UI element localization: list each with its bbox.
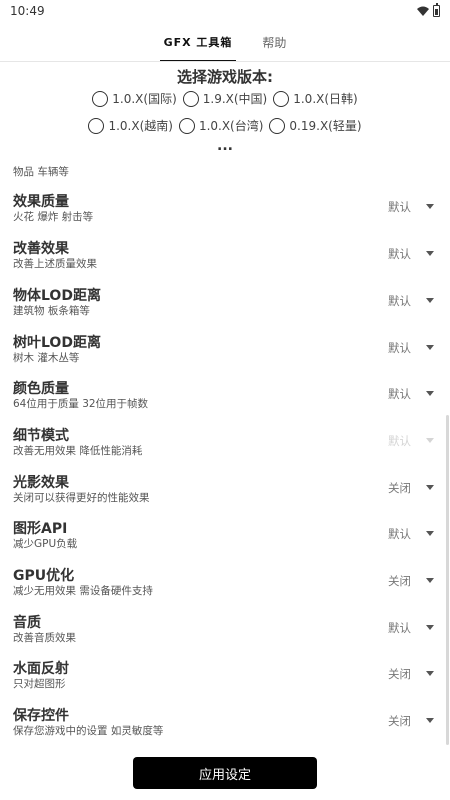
settings-item-desc: 火花 爆炸 射击等 <box>13 211 94 223</box>
radio-button-icon[interactable] <box>269 117 286 134</box>
settings-item-dropdown-value[interactable]: 默认 <box>388 526 411 542</box>
radio-button-icon[interactable] <box>92 90 109 107</box>
version-option-label: 1.0.X(日韩) <box>293 92 358 106</box>
scrollbar[interactable] <box>446 415 449 745</box>
settings-item-title: 细节模式 <box>13 428 69 444</box>
dropdown-arrow-icon[interactable] <box>426 298 434 303</box>
settings-item-foliage-lod[interactable]: 树叶LOD距离 树木 灌木丛等 默认 <box>0 332 450 379</box>
settings-item-desc: 减少GPU负载 <box>13 538 78 550</box>
radio-button-icon[interactable] <box>88 117 105 134</box>
version-option-japan-korea[interactable]: 1.0.X(日韩) <box>273 90 358 107</box>
version-option-label: 1.0.X(台湾) <box>198 119 264 133</box>
settings-item-dropdown-value[interactable]: 默认 <box>388 386 411 402</box>
settings-item-desc: 保存您游戏中的设置 如灵敏度等 <box>13 725 164 737</box>
dropdown-arrow-icon[interactable] <box>426 345 434 350</box>
version-option-global[interactable]: 1.0.X(国际) <box>92 90 177 107</box>
settings-item-title: 树叶LOD距离 <box>13 335 101 351</box>
settings-item-color-quality[interactable]: 颜色质量 64位用于质量 32位用于帧数 默认 <box>0 378 450 425</box>
settings-item-title: 物体LOD距离 <box>13 288 101 304</box>
settings-item-graphics-api[interactable]: 图形API 减少GPU负载 默认 <box>0 518 450 565</box>
wifi-icon <box>417 6 429 16</box>
settings-item-title: 水面反射 <box>13 661 69 677</box>
settings-item-dropdown-value[interactable]: 关闭 <box>388 480 411 496</box>
settings-item-title: 音质 <box>13 615 41 631</box>
version-option-label: 1.9.X(中国) <box>202 92 268 106</box>
settings-item-dropdown-value[interactable]: 关闭 <box>388 573 411 589</box>
settings-list[interactable]: 物品 车辆等 效果质量 火花 爆炸 射击等 默认 改善效果 改善上述质量效果 默… <box>0 155 450 750</box>
version-option-lite[interactable]: 0.19.X(轻量) <box>269 117 362 134</box>
settings-item-audio-quality[interactable]: 音质 改善音质效果 默认 <box>0 612 450 659</box>
settings-item-detail-mode: 细节模式 改善无用效果 降低性能消耗 默认 <box>0 425 450 472</box>
version-options-row-1: 1.0.X(国际) 1.9.X(中国) 1.0.X(日韩) <box>0 90 450 107</box>
dropdown-arrow-icon[interactable] <box>426 531 434 536</box>
more-indicator: ... <box>217 138 233 154</box>
settings-item-desc: 64位用于质量 32位用于帧数 <box>13 398 149 410</box>
version-option-taiwan[interactable]: 1.0.X(台湾) <box>178 117 264 134</box>
battery-icon <box>433 3 440 17</box>
version-options-row-2: 1.0.X(越南) 1.0.X(台湾) 0.19.X(轻量) <box>0 117 450 134</box>
settings-item-effect-quality[interactable]: 效果质量 火花 爆炸 射击等 默认 <box>0 191 450 238</box>
settings-item-title: 保存控件 <box>13 708 69 724</box>
settings-item-object-lod[interactable]: 物体LOD距离 建筑物 板条箱等 默认 <box>0 285 450 332</box>
settings-item-desc: 树木 灌木丛等 <box>13 352 80 364</box>
settings-item-desc: 改善无用效果 降低性能消耗 <box>13 445 143 457</box>
settings-item-dropdown-value[interactable]: 默认 <box>388 246 411 262</box>
version-select-title: 选择游戏版本: <box>177 68 273 86</box>
settings-item-desc: 只对超图形 <box>13 678 66 690</box>
settings-item-improve-effects[interactable]: 改善效果 改善上述质量效果 默认 <box>0 238 450 285</box>
version-option-china[interactable]: 1.9.X(中国) <box>182 90 268 107</box>
settings-item-title: 效果质量 <box>13 194 69 210</box>
settings-item-save-controls[interactable]: 保存控件 保存您游戏中的设置 如灵敏度等 关闭 <box>0 705 450 750</box>
settings-item-dropdown-value[interactable]: 默认 <box>388 199 411 215</box>
dropdown-arrow-icon[interactable] <box>426 625 434 630</box>
settings-item-title: 改善效果 <box>13 241 69 257</box>
settings-item-dropdown-value[interactable]: 默认 <box>388 340 411 356</box>
tab-help[interactable]: 帮助 <box>258 22 290 62</box>
settings-item-dropdown-value[interactable]: 默认 <box>388 620 411 636</box>
dropdown-arrow-icon[interactable] <box>426 485 434 490</box>
settings-item-desc: 建筑物 板条箱等 <box>13 305 90 317</box>
status-time: 10:49 <box>10 4 45 18</box>
tab-gfx-toolbox[interactable]: GFX 工具箱 <box>159 22 237 62</box>
settings-item-title: 颜色质量 <box>13 381 69 397</box>
dropdown-arrow-icon[interactable] <box>426 204 434 209</box>
dropdown-arrow-icon <box>426 438 434 443</box>
dropdown-arrow-icon[interactable] <box>426 671 434 676</box>
settings-item-dropdown-value[interactable]: 关闭 <box>388 666 411 682</box>
version-option-vietnam[interactable]: 1.0.X(越南) <box>88 117 173 134</box>
settings-item-title: 图形API <box>13 521 68 537</box>
settings-item-dropdown-value[interactable]: 默认 <box>388 293 411 309</box>
settings-item-desc: 物品 车辆等 <box>13 166 69 178</box>
dropdown-arrow-icon[interactable] <box>426 718 434 723</box>
settings-item-desc: 改善上述质量效果 <box>13 258 97 270</box>
settings-item-title: GPU优化 <box>13 568 75 584</box>
radio-button-icon[interactable] <box>182 90 199 107</box>
settings-item-desc: 关闭可以获得更好的性能效果 <box>13 492 150 504</box>
settings-item-shadow-effects[interactable]: 光影效果 关闭可以获得更好的性能效果 关闭 <box>0 472 450 519</box>
tab-divider <box>0 61 450 62</box>
dropdown-arrow-icon[interactable] <box>426 251 434 256</box>
apply-settings-button[interactable]: 应用设定 <box>133 757 317 789</box>
settings-item-dropdown-value[interactable]: 关闭 <box>388 713 411 729</box>
status-icons <box>417 3 440 17</box>
version-option-label: 1.0.X(越南) <box>108 119 173 133</box>
version-option-label: 1.0.X(国际) <box>112 92 177 106</box>
dropdown-arrow-icon[interactable] <box>426 578 434 583</box>
version-option-label: 0.19.X(轻量) <box>289 119 362 133</box>
settings-item-title: 光影效果 <box>13 475 69 491</box>
radio-button-icon[interactable] <box>273 90 290 107</box>
radio-button-icon[interactable] <box>178 117 195 134</box>
settings-item-desc: 改善音质效果 <box>13 632 76 644</box>
settings-item-gpu-optimization[interactable]: GPU优化 减少无用效果 需设备硬件支持 关闭 <box>0 565 450 612</box>
settings-item-water-reflection[interactable]: 水面反射 只对超图形 关闭 <box>0 658 450 705</box>
tab-bar: GFX 工具箱 帮助 <box>0 22 450 62</box>
dropdown-arrow-icon[interactable] <box>426 391 434 396</box>
status-bar: 10:49 <box>0 0 450 22</box>
settings-item-dropdown-value: 默认 <box>388 434 411 448</box>
settings-item-desc: 减少无用效果 需设备硬件支持 <box>13 585 153 597</box>
